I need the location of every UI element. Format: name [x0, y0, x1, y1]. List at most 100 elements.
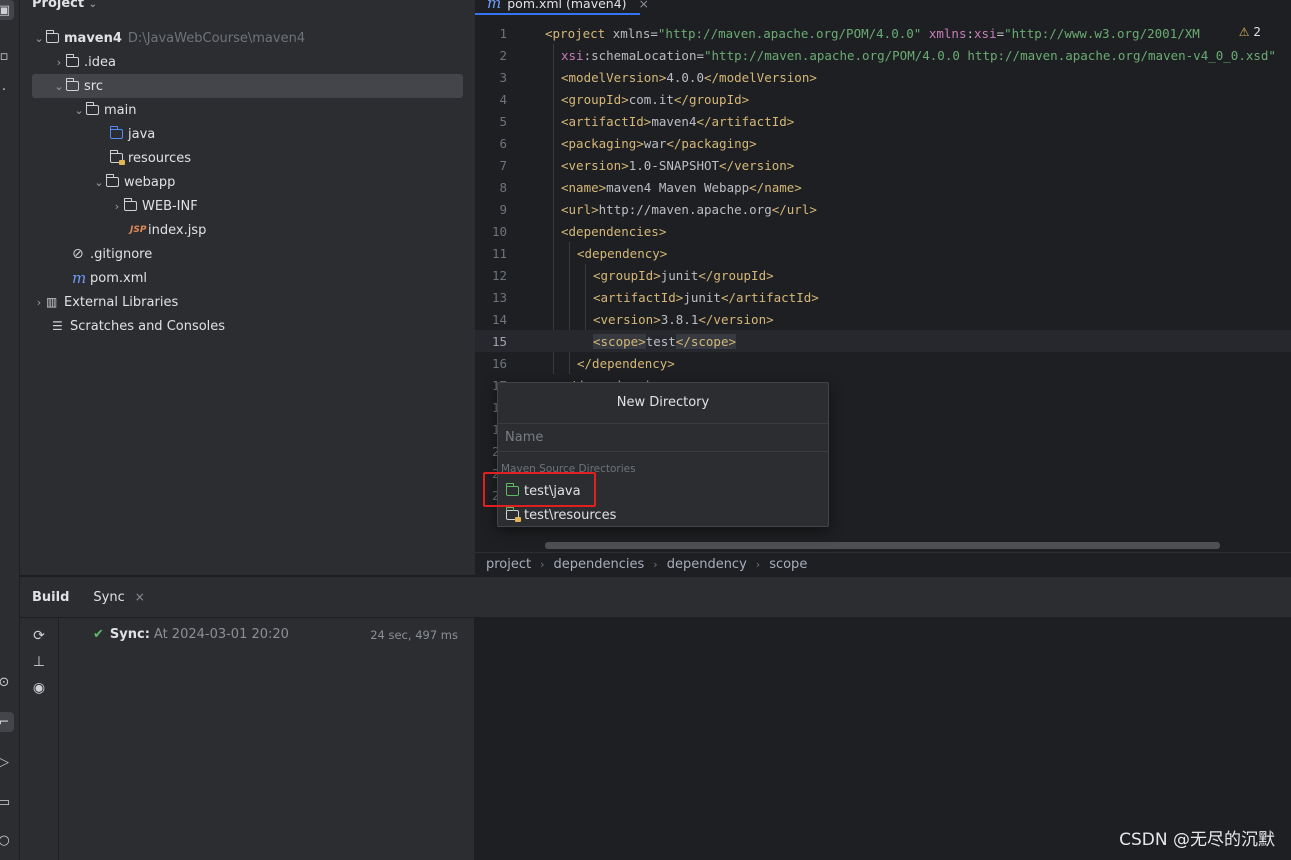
check-icon: ✔ [93, 627, 104, 642]
directory-name-input[interactable] [505, 430, 805, 445]
breadcrumb-item-project[interactable]: project [486, 557, 531, 572]
tree-item-label: pom.xml [90, 270, 147, 286]
tree-item-index-jsp[interactable]: JSP index.jsp [20, 218, 475, 242]
run-tool-icon[interactable]: ▷ [0, 752, 14, 772]
project-panel: Project ⌄ ⌄ maven4 D:\JavaWebCourse\mave… [20, 0, 475, 575]
tree-item-label: src [84, 78, 103, 94]
tab-sync[interactable]: Sync × [81, 577, 156, 618]
breadcrumb-item-dependencies[interactable]: dependencies [554, 557, 645, 572]
sync-duration: 24 sec, 497 ms [370, 627, 458, 642]
line-number: 5 [499, 113, 507, 129]
code-line[interactable]: 12 <groupId>junit</groupId> [475, 264, 1291, 286]
folder-icon [85, 102, 104, 115]
tree-item-web-inf[interactable]: › WEB-INF [20, 194, 475, 218]
breadcrumb-item-scope[interactable]: scope [769, 557, 807, 572]
line-number: 6 [499, 135, 507, 151]
suggestion-label: test\resources [524, 507, 617, 523]
breadcrumb-item-dependency[interactable]: dependency [667, 557, 747, 572]
tree-item-maven4[interactable]: ⌄ maven4 D:\JavaWebCourse\maven4 [20, 26, 475, 50]
tree-item-label: WEB-INF [142, 198, 198, 214]
terminal-tool-icon[interactable]: ▭ [0, 792, 14, 812]
build-toolbar: ⟳ ⊥ ◉ [20, 618, 59, 860]
code-line[interactable]: 8 <name>maven4 Maven Webapp</name> [475, 176, 1291, 198]
project-tool-icon[interactable]: ▣ [0, 0, 14, 20]
build-tool-icon[interactable]: ⌐ [0, 712, 14, 732]
eye-icon[interactable]: ◉ [30, 679, 48, 697]
tree-item-label: External Libraries [64, 294, 179, 310]
code-line[interactable]: 10 <dependencies> [475, 220, 1291, 242]
chevron-down-icon[interactable]: ⌄ [92, 176, 106, 189]
chevron-down-icon[interactable]: ⌄ [32, 32, 46, 45]
services-tool-icon[interactable]: ⊙ [0, 672, 14, 692]
tree-item-label: .gitignore [90, 246, 153, 262]
directory-name-field[interactable] [498, 423, 828, 452]
web-folder-icon [105, 174, 124, 187]
tree-item-webapp[interactable]: ⌄ webapp [20, 170, 475, 194]
close-tab-icon[interactable]: × [135, 590, 145, 604]
chevron-right-icon[interactable]: › [52, 56, 66, 69]
tree-item-main[interactable]: ⌄ main [20, 98, 475, 122]
chevron-right-icon: › [653, 557, 658, 571]
tree-item-label: .idea [84, 54, 116, 70]
problems-tool-icon[interactable]: ○ [0, 830, 14, 850]
tree-item-label: main [104, 102, 137, 118]
editor-tab-pom-xml[interactable]: m pom.xml (maven4) × [487, 0, 649, 12]
code-line[interactable]: 11 <dependency> [475, 242, 1291, 264]
tree-item-java[interactable]: java [20, 122, 475, 146]
tree-item-resources[interactable]: resources [20, 146, 475, 170]
code-line[interactable]: 3 <modelVersion>4.0.0</modelVersion> [475, 66, 1291, 88]
chevron-down-icon[interactable]: ⌄ [52, 80, 66, 93]
test-resources-folder-icon [505, 507, 524, 522]
suggestion-test-resources[interactable]: test\resources [505, 504, 617, 526]
code-line[interactable]: 9 <url>http://maven.apache.org</url> [475, 198, 1291, 220]
horizontal-scrollbar[interactable] [545, 542, 1220, 549]
code-line[interactable]: 7 <version>1.0-SNAPSHOT</version> [475, 154, 1291, 176]
tree-item-label: java [128, 126, 156, 142]
code-line-current[interactable]: 15 <scope>test</scope> [475, 330, 1291, 352]
line-number: 14 [491, 311, 507, 327]
line-number: 1 [499, 25, 507, 41]
tree-item-scratches[interactable]: ☰ Scratches and Consoles [20, 314, 475, 338]
code-line[interactable]: 13 <artifactId>junit</artifactId> [475, 286, 1291, 308]
breadcrumb: project › dependencies › dependency › sc… [475, 552, 1291, 575]
tree-item-src[interactable]: ⌄ src [32, 74, 463, 98]
more-tools-icon[interactable]: · [0, 80, 14, 100]
chevron-right-icon: › [540, 557, 545, 571]
chevron-down-icon[interactable]: ⌄ [72, 104, 86, 117]
code-line[interactable]: 2 xsi:schemaLocation="http://maven.apach… [475, 44, 1291, 66]
build-panel: Build Sync × ⟳ ⊥ ◉ ✔ Sync: At 2024-03-01 … [20, 576, 1291, 860]
folder-icon [123, 198, 142, 211]
build-tabs: Build Sync × [20, 577, 1291, 618]
code-line[interactable]: 14 <version>3.8.1</version> [475, 308, 1291, 330]
build-console[interactable] [475, 618, 1291, 860]
tree-item-idea[interactable]: › .idea [20, 50, 475, 74]
maven-file-icon: m [487, 0, 502, 12]
code-line[interactable]: 6 <packaging>war</packaging> [475, 132, 1291, 154]
ignore-file-icon: ⊘ [72, 246, 84, 262]
structure-tool-icon[interactable]: ▫ [0, 46, 14, 66]
project-panel-title[interactable]: Project ⌄ [32, 0, 97, 11]
tree-item-gitignore[interactable]: ⊘ .gitignore [20, 242, 475, 266]
sync-timestamp: At 2024-03-01 20:20 [153, 627, 289, 642]
pin-icon[interactable]: ⊥ [30, 653, 48, 671]
tree-item-label: resources [128, 150, 192, 166]
library-icon: ▥ [46, 295, 58, 309]
code-line[interactable]: 16 </dependency> [475, 352, 1291, 374]
refresh-icon[interactable]: ⟳ [30, 627, 48, 645]
active-tab-indicator [475, 13, 640, 15]
line-number: 2 [499, 47, 507, 63]
popup-title: New Directory [616, 395, 710, 410]
line-number: 3 [499, 69, 507, 85]
chevron-right-icon[interactable]: › [110, 200, 124, 213]
tab-build[interactable]: Build [20, 577, 81, 618]
annotation-highlight-box [483, 472, 596, 507]
close-tab-icon[interactable]: × [639, 0, 649, 11]
sync-result-row[interactable]: ✔ Sync: At 2024-03-01 20:20 24 sec, 497 … [93, 627, 468, 642]
code-line[interactable]: 5 <artifactId>maven4</artifactId> [475, 110, 1291, 132]
tree-item-pom-xml[interactable]: m pom.xml [20, 266, 475, 290]
code-line[interactable]: 4 <groupId>com.it</groupId> [475, 88, 1291, 110]
chevron-right-icon[interactable]: › [32, 296, 46, 309]
line-number: 7 [499, 157, 507, 173]
code-line[interactable]: 1 <project xmlns="http://maven.apache.or… [475, 22, 1291, 44]
tree-item-external-libraries[interactable]: › ▥ External Libraries [20, 290, 475, 314]
